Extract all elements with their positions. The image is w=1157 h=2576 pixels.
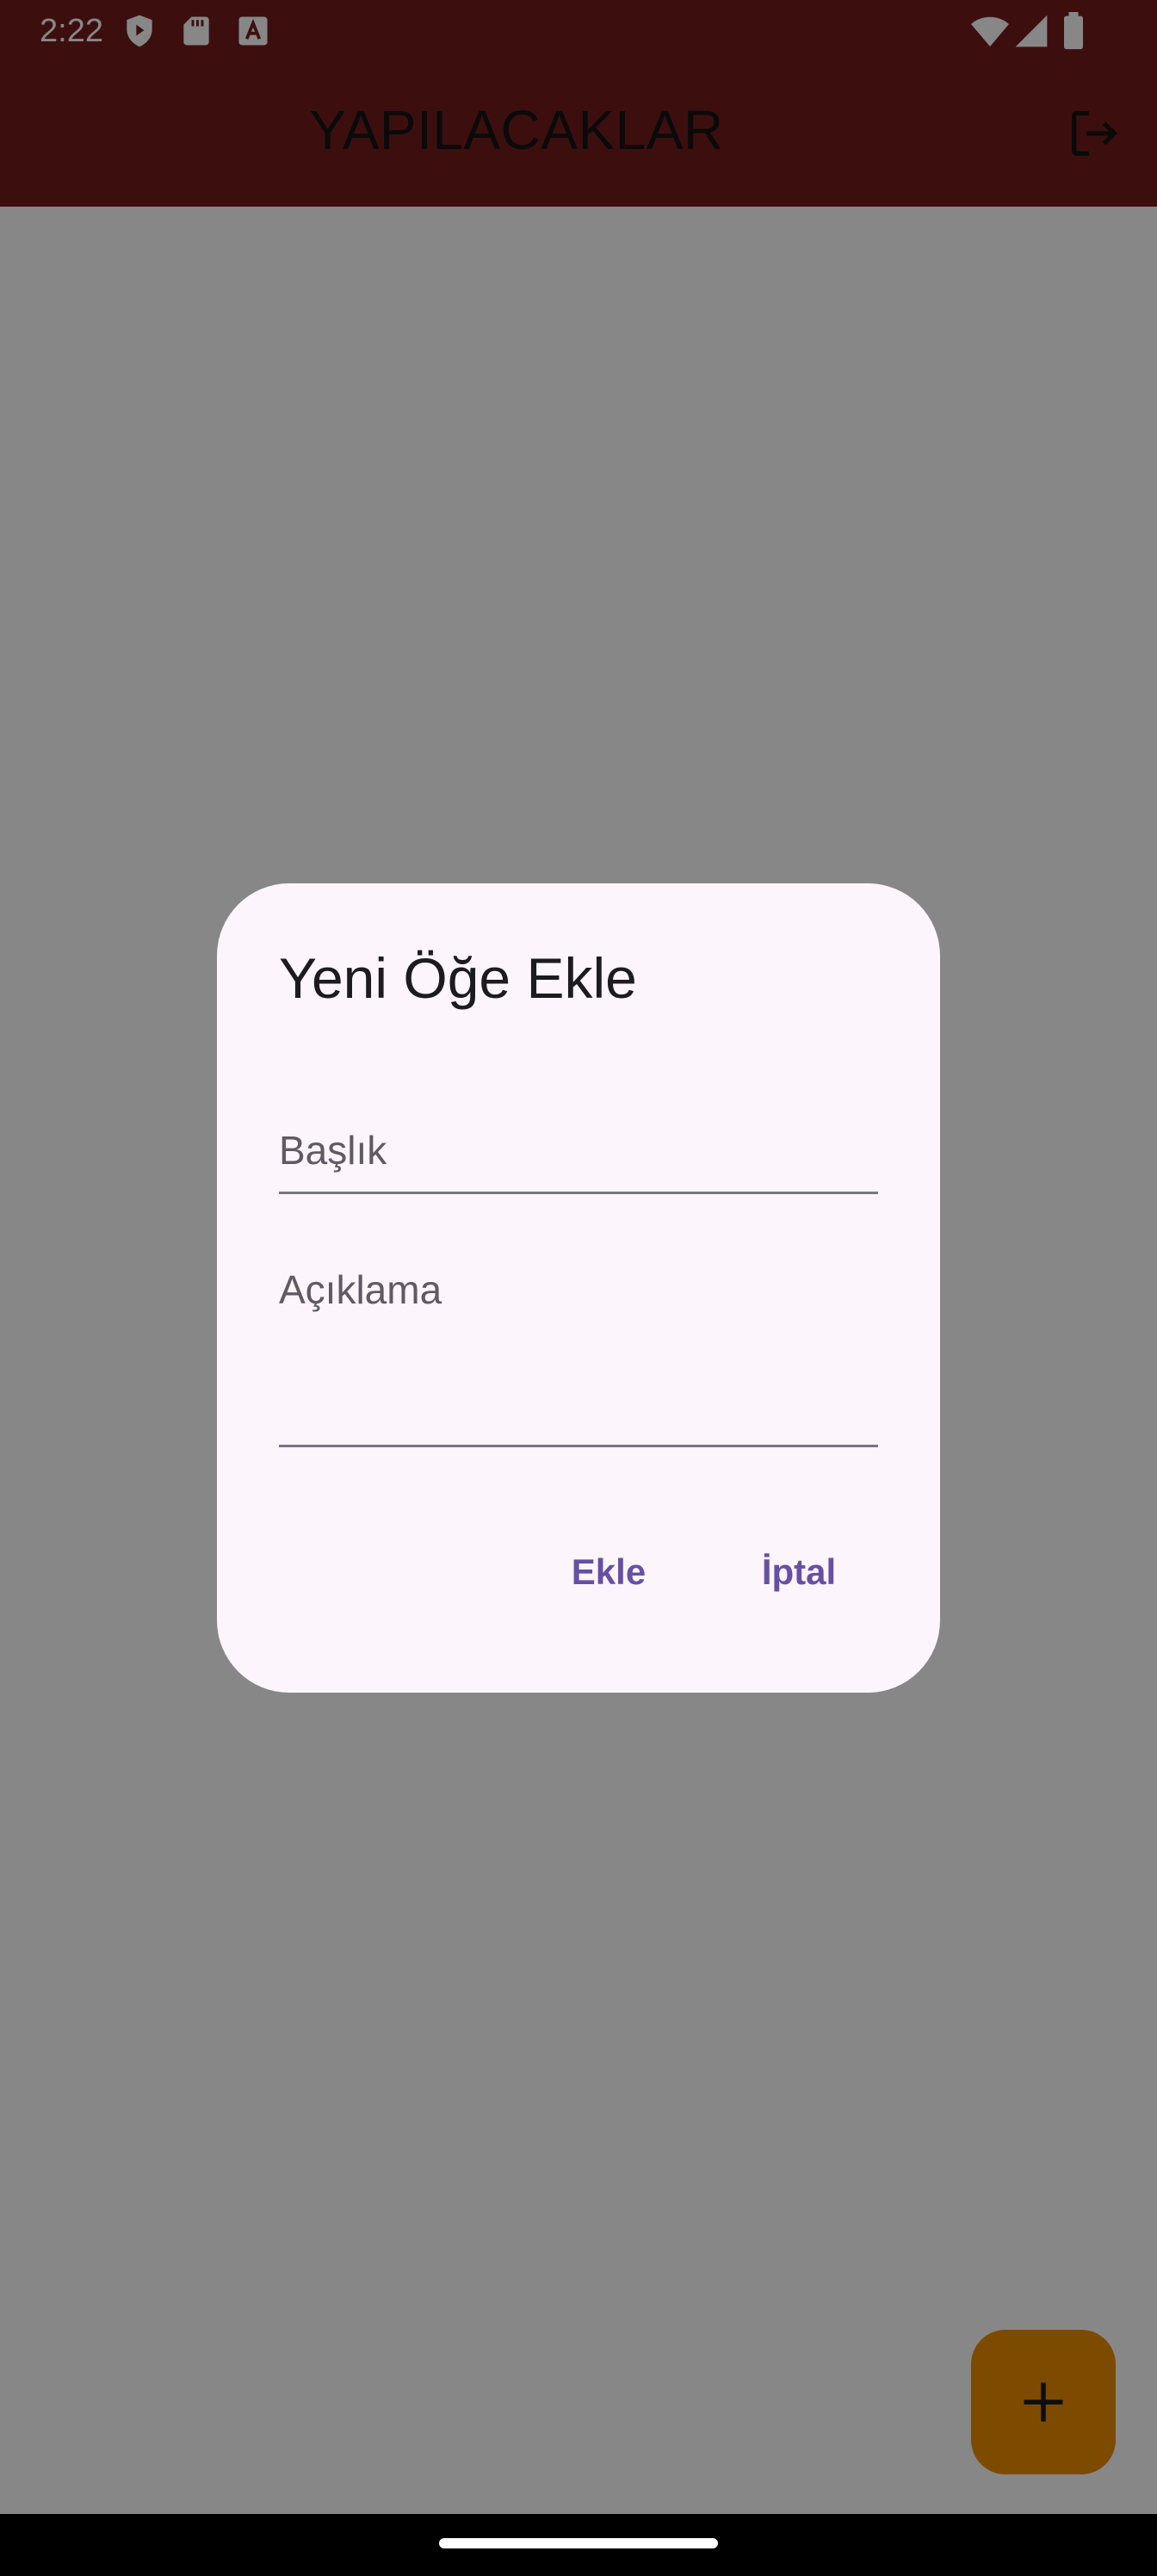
cancel-button[interactable]: İptal — [739, 1538, 859, 1607]
title-field-underline — [279, 1192, 878, 1194]
description-field-underline — [279, 1445, 878, 1447]
screen: 2:22 YAPILACAKLAR Yeni Öğe Ekle Başlık A… — [0, 0, 1157, 2576]
title-input[interactable] — [279, 1109, 882, 1214]
description-input[interactable] — [279, 1248, 882, 1441]
navigation-bar — [0, 2514, 1157, 2576]
home-gesture-handle[interactable] — [439, 2538, 718, 2548]
add-button[interactable]: Ekle — [553, 1538, 665, 1607]
dialog-title: Yeni Öğe Ekle — [279, 946, 637, 1010]
add-item-dialog: Yeni Öğe Ekle Başlık Açıklama Ekle İptal — [217, 883, 940, 1693]
